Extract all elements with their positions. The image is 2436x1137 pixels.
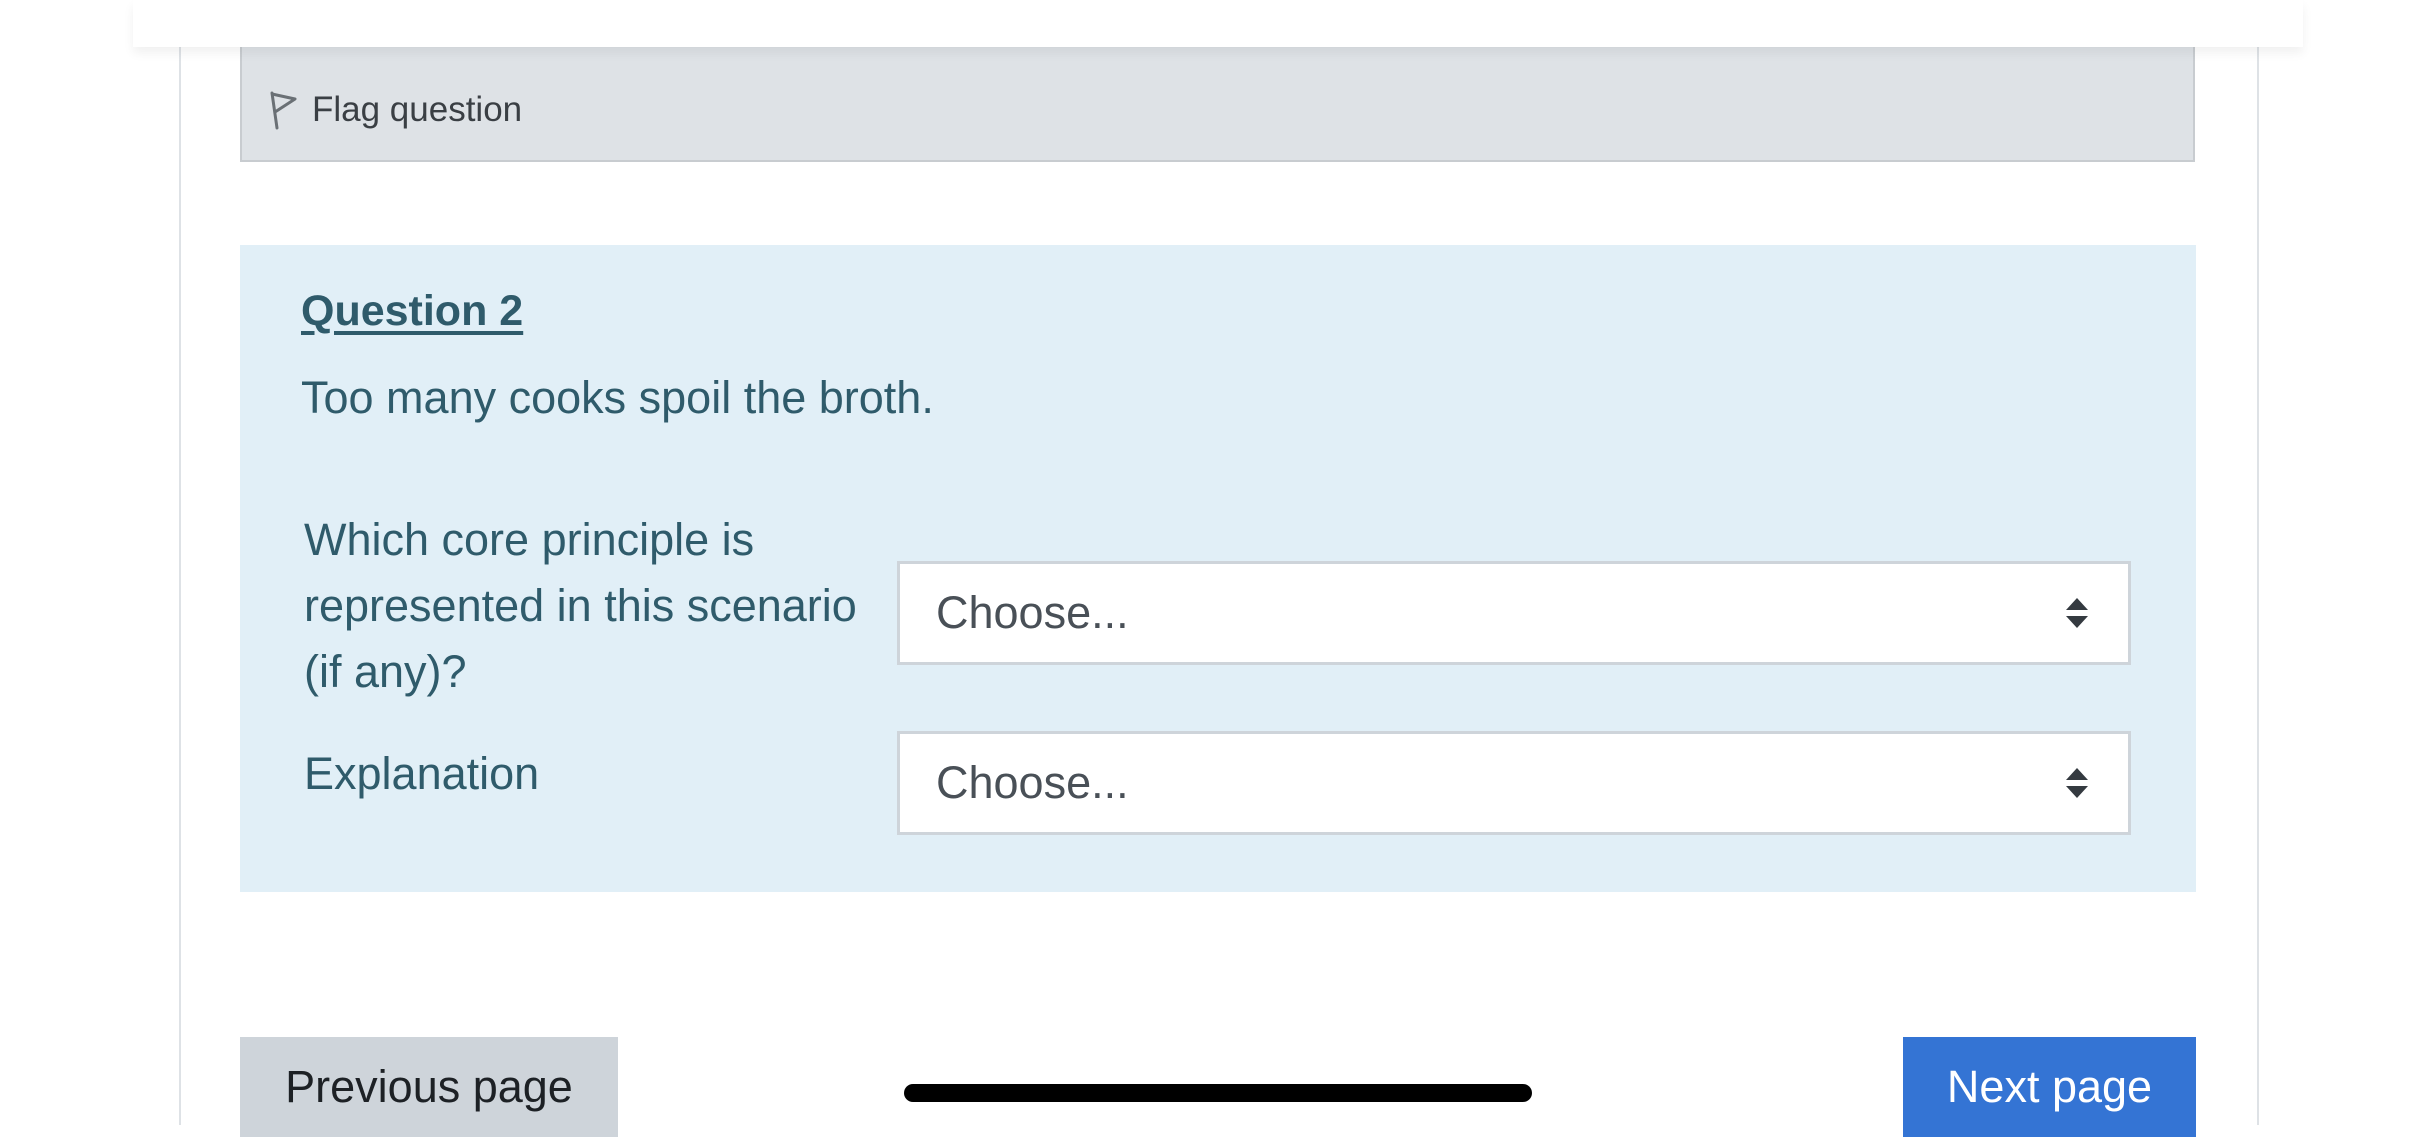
select-arrows-icon — [2064, 596, 2090, 630]
question-info-bar: Flag question — [240, 40, 2195, 162]
explanation-label: Explanation — [304, 748, 540, 799]
explanation-select-value: Choose... — [936, 757, 1129, 808]
home-indicator-bar[interactable] — [904, 1084, 1532, 1102]
question-title: Question 2 — [301, 287, 524, 335]
principle-select[interactable]: Choose... — [897, 561, 2131, 665]
principle-select-value: Choose... — [936, 587, 1129, 638]
next-page-button[interactable]: Next page — [1903, 1037, 2196, 1137]
flag-question-link[interactable]: Flag question — [268, 90, 522, 130]
question-text: Too many cooks spoil the broth. — [301, 372, 934, 423]
previous-page-button[interactable]: Previous page — [240, 1037, 618, 1137]
explanation-select[interactable]: Choose... — [897, 731, 2131, 835]
select-arrows-icon — [2064, 766, 2090, 800]
flag-question-label: Flag question — [312, 90, 523, 129]
top-header-bar — [133, 0, 2303, 47]
principle-label: Which core principle is represented in t… — [304, 514, 857, 697]
flag-icon — [268, 90, 298, 130]
question-box: Question 2 Too many cooks spoil the brot… — [240, 245, 2196, 892]
